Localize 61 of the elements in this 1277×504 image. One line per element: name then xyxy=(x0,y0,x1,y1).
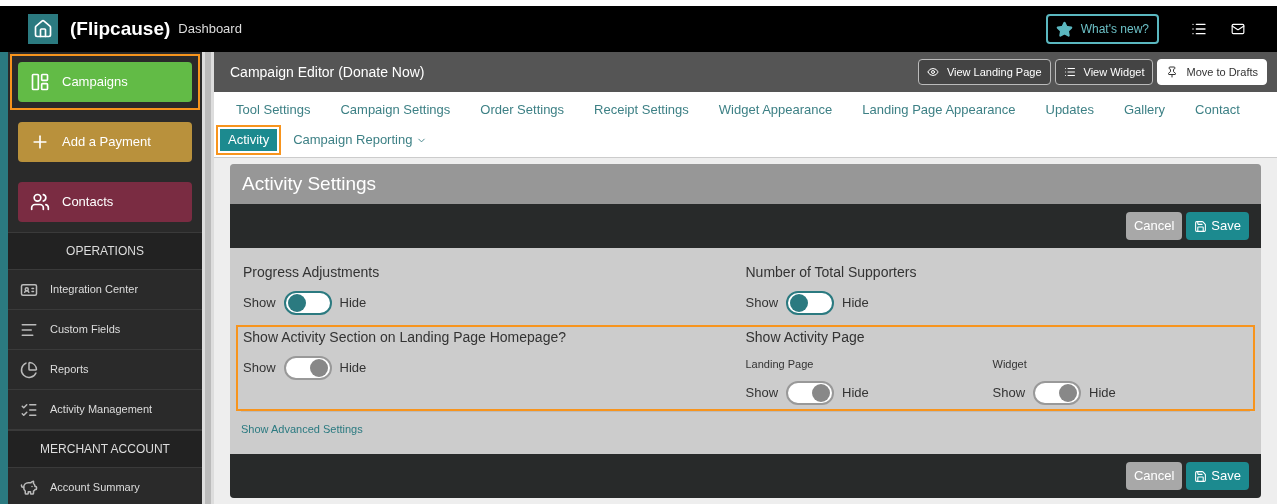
logo[interactable]: (Flipcause) xyxy=(70,14,171,44)
panel-title: Activity Settings xyxy=(242,171,377,196)
show-label: Show xyxy=(992,383,1026,402)
toggle-label: Landing Page xyxy=(745,357,815,372)
hide-label: Hide xyxy=(842,383,869,402)
section-header: OPERATIONS xyxy=(8,232,202,270)
eye-icon xyxy=(926,66,939,78)
mail-icon[interactable] xyxy=(1231,22,1245,36)
show-label: Show xyxy=(243,359,276,378)
window-icon xyxy=(30,72,50,92)
section-header: MERCHANT ACCOUNT xyxy=(8,430,202,468)
hide-label: Hide xyxy=(339,294,367,313)
setting-title: Show Activity Section on Landing Page Homepage? xyxy=(243,328,567,347)
tab[interactable]: Gallery xyxy=(1115,99,1174,121)
tab[interactable]: Contact xyxy=(1187,99,1248,121)
tab[interactable]: Landing Page Appearance xyxy=(854,99,1024,121)
sidebar-button[interactable]: Add a Payment xyxy=(18,122,192,162)
editor-title: Campaign Editor (Donate Now) xyxy=(230,62,425,82)
toggle-switch[interactable] xyxy=(786,291,835,315)
action-button[interactable]: Move to Drafts xyxy=(1157,59,1267,85)
tab[interactable]: Tool Settings xyxy=(228,99,319,121)
tab[interactable]: Order Settings xyxy=(472,99,573,121)
star-icon xyxy=(1055,20,1073,38)
tab[interactable]: Campaign Reporting xyxy=(285,129,436,151)
action-button[interactable]: View Landing Page xyxy=(917,59,1051,85)
tab[interactable]: Receipt Settings xyxy=(586,99,697,121)
hide-label: Hide xyxy=(842,294,869,313)
toggle-label: Widget xyxy=(992,357,1028,372)
save-button[interactable]: Save xyxy=(1186,212,1249,240)
show-label: Show xyxy=(745,294,779,313)
tab[interactable]: Campaign Settings xyxy=(332,99,459,121)
toggle-switch[interactable] xyxy=(786,380,835,405)
tab[interactable]: Activity xyxy=(220,129,278,151)
pin-icon xyxy=(1166,66,1179,78)
toggle-switch[interactable] xyxy=(1033,380,1082,405)
setting-title: Number of Total Supporters xyxy=(745,263,918,282)
scrollbar[interactable] xyxy=(205,52,211,504)
house-icon xyxy=(33,19,53,39)
pie-chart-icon xyxy=(20,360,38,379)
sidebar-button[interactable]: Campaigns xyxy=(18,62,192,102)
show-label: Show xyxy=(745,383,779,402)
people-icon xyxy=(30,192,50,212)
show-label: Show xyxy=(243,294,276,313)
sidebar-button[interactable]: Contacts xyxy=(18,182,192,222)
dashboard-label: Dashboard xyxy=(178,20,242,39)
piggy-bank-icon xyxy=(20,478,38,497)
hide-label: Hide xyxy=(339,359,367,378)
save-button[interactable]: Save xyxy=(1186,462,1249,490)
toggle-switch[interactable] xyxy=(283,291,332,315)
home-button[interactable] xyxy=(28,14,58,44)
toggle-switch[interactable] xyxy=(283,356,332,380)
action-button[interactable]: View Widget xyxy=(1054,59,1154,85)
whats-new-button[interactable]: What's new? xyxy=(1045,14,1159,44)
tab[interactable]: Updates xyxy=(1037,99,1102,121)
advanced-settings-link[interactable]: Show Advanced Settings xyxy=(241,423,363,435)
list-icon[interactable] xyxy=(1191,21,1207,37)
list-icon xyxy=(1063,66,1076,78)
setting-title: Show Activity Page xyxy=(745,328,866,347)
hide-label: Hide xyxy=(1089,383,1116,402)
tab[interactable]: Widget Appearance xyxy=(710,99,841,121)
setting-title: Progress Adjustments xyxy=(243,263,381,282)
